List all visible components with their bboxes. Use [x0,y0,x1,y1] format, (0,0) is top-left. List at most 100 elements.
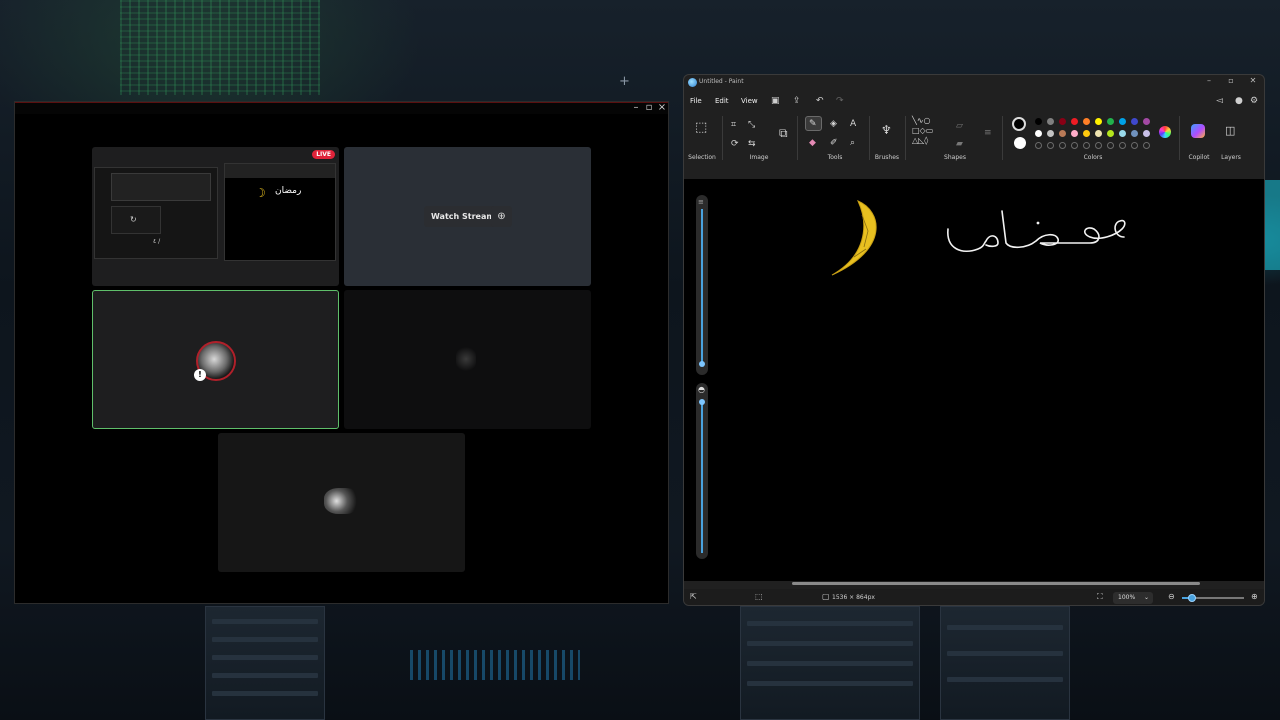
feedback-icon[interactable]: ◅ [1216,96,1223,106]
custom-color-slot[interactable] [1095,142,1102,149]
menu-edit[interactable]: Edit [715,97,729,105]
shapes-gallery-icon[interactable]: ╲∿○ □◇▭ △◺◊ [912,116,933,146]
zoom-in-icon[interactable]: ⊕ [491,206,512,227]
stream-tile-screenshare[interactable]: ↻ ٤ / ☽ رمضان LIVE [92,147,339,286]
custom-color-slot[interactable] [1059,142,1066,149]
custom-color-slot[interactable] [1107,142,1114,149]
color-swatch[interactable] [1071,130,1078,137]
group-label-layers: Layers [1221,154,1241,161]
secondary-color-swatch[interactable] [1014,137,1026,149]
color-swatch[interactable] [1131,118,1138,125]
shape-outline-icon[interactable]: ▱ [956,121,963,131]
paint-title-bar[interactable]: Untitled - Paint – ▫ ✕ [684,75,1264,91]
text-icon[interactable]: A [850,119,856,129]
maximize-icon[interactable]: ▫ [1220,76,1242,85]
custom-color-slot[interactable] [1119,142,1126,149]
paint-app-icon [688,78,697,87]
color-swatch[interactable] [1035,130,1042,137]
crop-icon[interactable]: ⌗ [731,120,736,130]
settings-icon[interactable]: ⚙ [1250,96,1258,106]
stream-preview-paint: ☽ رمضان [224,163,336,261]
custom-color-slot[interactable] [1083,142,1090,149]
layers-icon[interactable]: ◫ [1225,125,1235,136]
color-picker-icon[interactable]: ✐ [830,138,838,148]
chevron-down-icon: ⌄ [1143,594,1149,601]
horizontal-scrollbar[interactable] [792,582,1200,585]
pencil-icon[interactable]: ✎ [809,119,817,129]
color-swatch[interactable] [1047,130,1054,137]
custom-color-slot[interactable] [1035,142,1042,149]
participant-tile[interactable] [218,433,465,572]
primary-color-swatch[interactable] [1012,117,1026,131]
color-swatch[interactable] [1083,118,1090,125]
eraser-icon[interactable]: ◆ [809,138,816,148]
moon-icon: ☽ [255,186,266,200]
color-swatch[interactable] [1119,130,1126,137]
image-tools-icon[interactable]: ⧉ [779,127,788,139]
color-swatch[interactable] [1119,118,1126,125]
brush-size-thumb[interactable] [699,361,705,367]
menu-view[interactable]: View [741,97,758,105]
color-swatch[interactable] [1095,130,1102,137]
participant-tile-active[interactable]: ! [92,290,339,429]
color-swatch[interactable] [1083,130,1090,137]
paint-window: Untitled - Paint – ▫ ✕ File Edit View ▣ … [683,74,1265,606]
flip-icon[interactable]: ⇆ [748,139,756,149]
copilot-icon[interactable] [1191,124,1205,138]
group-label-brushes: Brushes [874,154,900,161]
minimize-icon[interactable]: – [1198,76,1220,85]
selection-icon[interactable]: ⬚ [695,121,707,134]
magnifier-icon[interactable]: ⌕ [850,138,855,148]
brush-size-slider[interactable]: ≡ [696,195,708,375]
drawing-canvas[interactable]: ≡ ◓ [684,179,1264,581]
zoom-out-icon[interactable]: ⊖ [1168,592,1175,601]
zoom-slider-thumb[interactable] [1188,594,1196,602]
opacity-thumb[interactable] [699,399,705,405]
color-swatch[interactable] [1107,118,1114,125]
color-swatch[interactable] [1047,118,1054,125]
custom-color-slot[interactable] [1071,142,1078,149]
viewer-title-bar[interactable]: – ▫ × [15,102,668,114]
color-swatch[interactable] [1035,118,1042,125]
resize-icon[interactable]: ⤡ [748,120,755,130]
brush-icon[interactable]: ♆ [881,124,892,136]
save-icon[interactable]: ▣ [771,96,780,106]
ramadan-handwriting [947,210,1126,253]
minimize-icon[interactable]: – [629,101,643,115]
stream-viewer-window: – ▫ × ↻ ٤ / ☽ رمضان LIVE Watch Stream ⊕ … [14,101,669,604]
opacity-slider[interactable]: ◓ [696,383,708,559]
custom-color-slot[interactable] [1143,142,1150,149]
edit-colors-icon[interactable] [1159,126,1171,138]
wallpaper-blue-leds [410,650,580,680]
share-icon[interactable]: ⇪ [793,96,801,106]
custom-color-slot[interactable] [1131,142,1138,149]
close-icon[interactable]: × [655,101,669,115]
custom-color-slot[interactable] [1047,142,1054,149]
group-label-shapes: Shapes [944,154,966,161]
stream-tile-watch[interactable]: Watch Stream ⊕ [344,147,591,286]
color-swatch[interactable] [1059,130,1066,137]
menu-file[interactable]: File [690,97,702,105]
undo-icon[interactable]: ↶ [816,96,824,106]
pointer-icon: ⇱ [690,592,697,601]
shape-fill-icon[interactable]: ▰ [956,139,963,149]
color-swatch[interactable] [1095,118,1102,125]
account-icon[interactable]: ● [1235,96,1243,106]
color-swatch[interactable] [1059,118,1066,125]
color-swatch[interactable] [1131,130,1138,137]
color-swatch[interactable] [1143,130,1150,137]
zoom-level-dropdown[interactable]: 100% ⌄ [1113,592,1153,604]
shape-size-icon[interactable]: ≡ [984,128,992,138]
redo-icon[interactable]: ↷ [836,96,844,106]
maximize-icon[interactable]: ▫ [642,101,656,115]
zoom-in-icon[interactable]: ⊕ [1251,592,1258,601]
zoom-slider[interactable] [1182,594,1244,602]
color-swatch[interactable] [1143,118,1150,125]
color-swatch[interactable] [1071,118,1078,125]
participant-tile[interactable] [344,290,591,429]
fill-icon[interactable]: ◈ [830,119,837,129]
rotate-icon[interactable]: ⟳ [731,139,739,149]
fit-to-window-icon[interactable]: ⛶ [1097,592,1103,602]
color-swatch[interactable] [1107,130,1114,137]
close-icon[interactable]: ✕ [1242,76,1264,85]
